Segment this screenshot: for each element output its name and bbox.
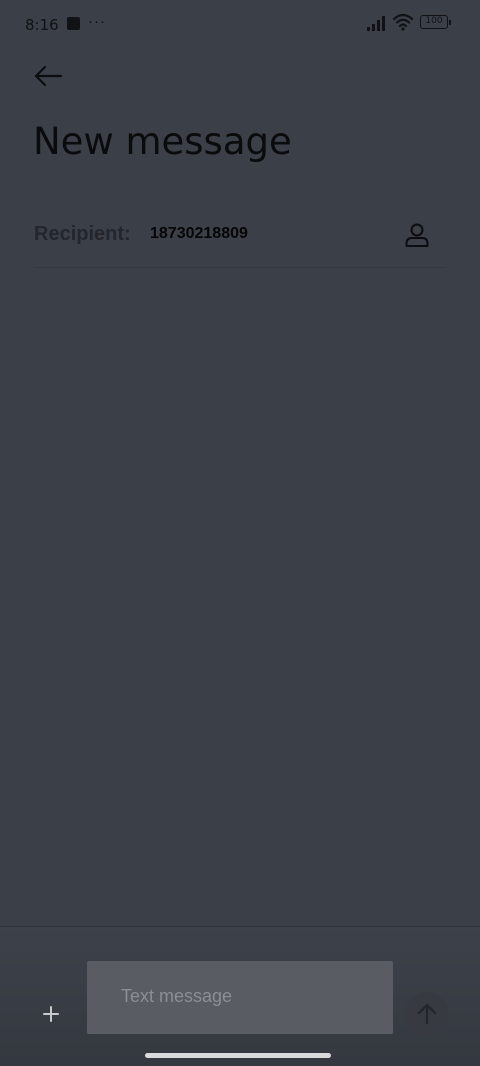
recipient-input[interactable] bbox=[150, 225, 370, 243]
plus-icon bbox=[43, 1006, 59, 1022]
text-message-field[interactable] bbox=[87, 961, 393, 1034]
status-bar: 8:16 ··· 100 bbox=[0, 0, 480, 48]
arrow-left-icon bbox=[34, 65, 63, 87]
status-time: 8:16 bbox=[25, 16, 59, 34]
home-indicator[interactable] bbox=[145, 1053, 331, 1058]
battery-icon: 100 bbox=[420, 15, 448, 29]
app-notification-icon bbox=[67, 17, 80, 30]
recipient-row: Recipient: bbox=[34, 212, 446, 268]
battery-tip bbox=[449, 20, 451, 25]
text-message-input[interactable] bbox=[121, 986, 371, 1007]
send-button[interactable] bbox=[405, 992, 449, 1036]
person-icon bbox=[405, 223, 429, 247]
select-contact-button[interactable] bbox=[400, 218, 434, 252]
signal-icon bbox=[367, 16, 385, 31]
back-button[interactable] bbox=[28, 58, 68, 94]
more-notifications-indicator: ··· bbox=[88, 13, 106, 30]
wifi-icon bbox=[392, 13, 414, 31]
page-title: New message bbox=[33, 120, 292, 163]
recipient-label: Recipient: bbox=[34, 223, 131, 245]
message-composer bbox=[0, 926, 480, 1066]
arrow-up-icon bbox=[417, 1003, 437, 1025]
new-message-screen: 8:16 ··· 100 New message Recipient: bbox=[0, 0, 480, 1066]
attach-button[interactable] bbox=[38, 1001, 64, 1027]
